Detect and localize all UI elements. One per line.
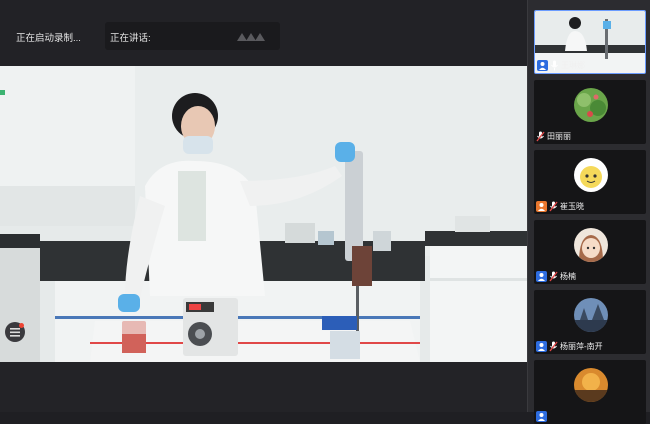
participant-name-tag: 崔玉晓 xyxy=(536,200,584,212)
avatar xyxy=(574,228,608,262)
chat-list-button[interactable] xyxy=(5,322,25,342)
speaker-avatars-icon xyxy=(237,33,265,41)
participant-name: 王琳娜 xyxy=(561,60,585,70)
lab-scene-image xyxy=(0,66,527,362)
participant-name-tag: 田丽丽 xyxy=(536,130,571,142)
participant-tile[interactable]: 王琳娜 xyxy=(534,10,646,74)
participant-name: 杨丽萍-南开 xyxy=(560,341,603,351)
avatar xyxy=(574,368,608,402)
bottom-area xyxy=(0,362,527,412)
person-icon xyxy=(536,270,547,282)
microphone-muted-icon xyxy=(549,271,558,281)
microphone-muted-icon xyxy=(549,201,558,211)
participant-name: 杨楠 xyxy=(560,271,576,281)
participant-tile[interactable]: 崔玉晓 xyxy=(534,150,646,214)
avatar xyxy=(574,88,608,122)
participant-name: 田丽丽 xyxy=(547,131,571,141)
microphone-muted-icon xyxy=(536,131,545,141)
participant-name-tag: 杨丽萍-南开 xyxy=(536,340,603,352)
notification-dot xyxy=(19,323,24,328)
edge-marker xyxy=(0,90,5,95)
avatar xyxy=(574,158,608,192)
meeting-top-bar: 正在启动录制... 正在讲话: xyxy=(0,0,527,66)
participant-tile[interactable]: 杨楠 xyxy=(534,220,646,284)
main-video[interactable] xyxy=(0,66,527,362)
avatar xyxy=(574,298,608,332)
recording-status: 正在启动录制... xyxy=(16,33,81,44)
participant-name: 崔玉晓 xyxy=(560,201,584,211)
participants-panel: 王琳娜 田丽丽 崔玉晓 杨楠 杨丽萍-南开 xyxy=(527,0,650,424)
speaking-label: 正在讲话: xyxy=(110,33,151,44)
participant-tile[interactable] xyxy=(534,360,646,424)
person-icon xyxy=(536,340,547,352)
participant-name-tag: 王琳娜 xyxy=(537,59,585,71)
microphone-muted-icon xyxy=(549,341,558,351)
person-icon xyxy=(536,200,547,212)
microphone-icon xyxy=(551,60,558,70)
person-icon xyxy=(536,410,547,422)
person-icon xyxy=(537,59,548,71)
participant-tile[interactable]: 田丽丽 xyxy=(534,80,646,144)
participant-tile[interactable]: 杨丽萍-南开 xyxy=(534,290,646,354)
participant-name-tag: 杨楠 xyxy=(536,270,576,282)
